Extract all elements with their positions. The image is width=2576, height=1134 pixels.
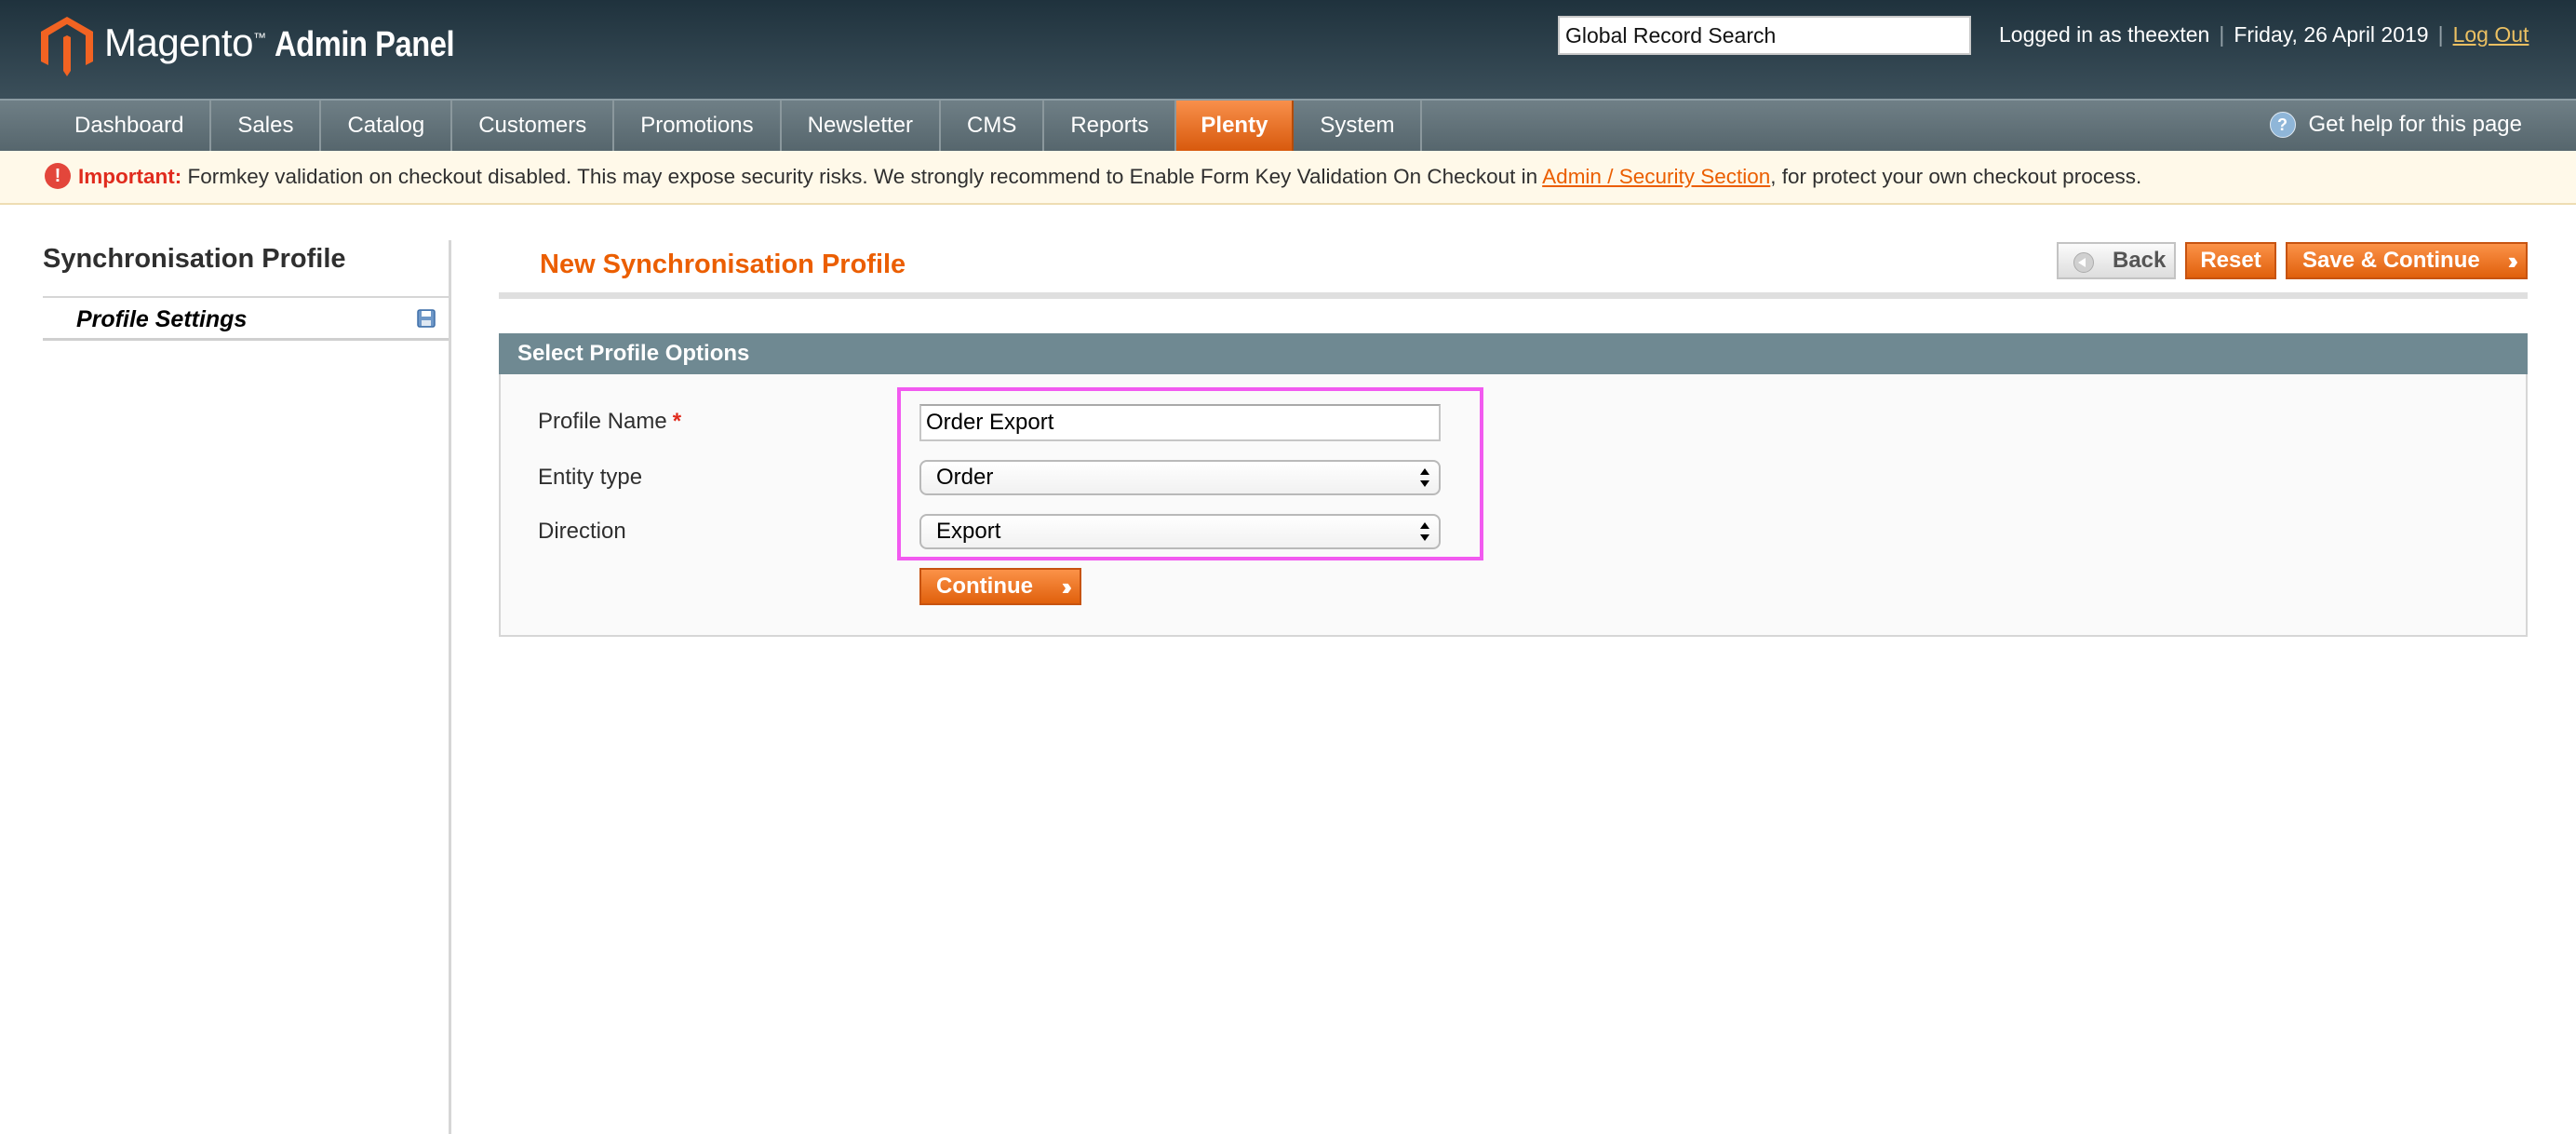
global-search-input[interactable]: [1558, 16, 1971, 55]
page-title: New Synchronisation Profile: [540, 250, 906, 279]
continue-button[interactable]: Continue ››: [919, 568, 1081, 605]
fieldset-header: Select Profile Options: [499, 333, 2528, 374]
fieldset-body: [499, 374, 2528, 637]
nav-item-catalog[interactable]: Catalog: [321, 101, 453, 151]
save-icon: [417, 309, 436, 328]
user-info: Logged in as theexten | Friday, 26 April 2…: [1999, 22, 2529, 47]
nav-item-promotions[interactable]: Promotions: [614, 101, 782, 151]
notice-text-end: , for protect your own checkout process.: [1770, 165, 2142, 188]
nav-item-newsletter[interactable]: Newsletter: [782, 101, 941, 151]
notice-important-label: Important:: [78, 165, 182, 188]
required-marker: *: [672, 409, 682, 434]
reset-button[interactable]: Reset: [2185, 242, 2276, 279]
notice-text: Formkey validation on checkout disabled.…: [181, 165, 1543, 188]
nav-item-customers[interactable]: Customers: [452, 101, 615, 151]
security-notice: ! Important: Formkey validation on checko…: [0, 151, 2576, 205]
double-chevron-right-icon: ››: [2507, 247, 2519, 275]
nav-item-reports[interactable]: Reports: [1044, 101, 1177, 151]
entity-type-value: Order: [936, 465, 994, 490]
help-label: Get help for this page: [2308, 112, 2522, 137]
sidebar-divider: [449, 240, 451, 1134]
date-text: Friday, 26 April 2019: [2234, 22, 2429, 47]
reset-button-label: Reset: [2200, 248, 2261, 273]
entity-type-label: Entity type: [538, 465, 643, 490]
magento-logo-icon[interactable]: [41, 17, 93, 76]
brand-title: Magento™ Admin Panel: [104, 20, 484, 65]
sidebar-title: Synchronisation Profile: [43, 244, 346, 274]
profile-name-label-text: Profile Name: [538, 409, 667, 434]
nav-item-plenty[interactable]: Plenty: [1176, 101, 1295, 151]
back-arrow-icon: [2073, 252, 2094, 273]
select-arrows-icon: [1420, 522, 1429, 541]
back-button-label: Back: [2113, 248, 2167, 273]
separator: |: [2437, 22, 2444, 47]
profile-name-label: Profile Name *: [538, 409, 681, 435]
logout-link[interactable]: Log Out: [2453, 22, 2529, 47]
nav-item-system[interactable]: System: [1294, 101, 1423, 151]
header: Magento™ Admin Panel Logged in as theexte…: [0, 0, 2576, 99]
separator: |: [2219, 22, 2225, 47]
double-chevron-right-icon: ››: [1061, 573, 1073, 601]
entity-type-select[interactable]: Order: [919, 460, 1441, 495]
logged-in-text: Logged in as theexten: [1999, 22, 2210, 47]
save-continue-button[interactable]: Save & Continue ››: [2286, 242, 2528, 279]
profile-name-input[interactable]: [919, 404, 1441, 441]
security-section-link[interactable]: Admin / Security Section: [1542, 165, 1770, 188]
sidebar-item-profile-settings[interactable]: Profile Settings: [43, 298, 449, 341]
nav-item-sales[interactable]: Sales: [211, 101, 322, 151]
nav-item-cms[interactable]: CMS: [941, 101, 1045, 151]
title-divider: [499, 292, 2528, 299]
error-icon: !: [45, 163, 71, 190]
continue-button-label: Continue: [936, 574, 1033, 599]
brand-subtitle: Admin Panel: [275, 25, 455, 64]
direction-select[interactable]: Export: [919, 514, 1441, 549]
brand-name: Magento: [104, 20, 253, 64]
main-nav: Dashboard Sales Catalog Customers Promot…: [0, 99, 2576, 151]
save-continue-label: Save & Continue: [2302, 248, 2480, 273]
sidebar-item-label: Profile Settings: [76, 306, 248, 332]
help-icon: ?: [2269, 112, 2296, 138]
brand-trademark: ™: [252, 30, 266, 45]
help-link[interactable]: ? Get help for this page: [2269, 112, 2522, 138]
select-arrows-icon: [1420, 468, 1429, 487]
direction-label: Direction: [538, 519, 626, 544]
nav-item-dashboard[interactable]: Dashboard: [48, 101, 212, 151]
back-button[interactable]: Back: [2057, 242, 2176, 279]
direction-value: Export: [936, 519, 1001, 544]
